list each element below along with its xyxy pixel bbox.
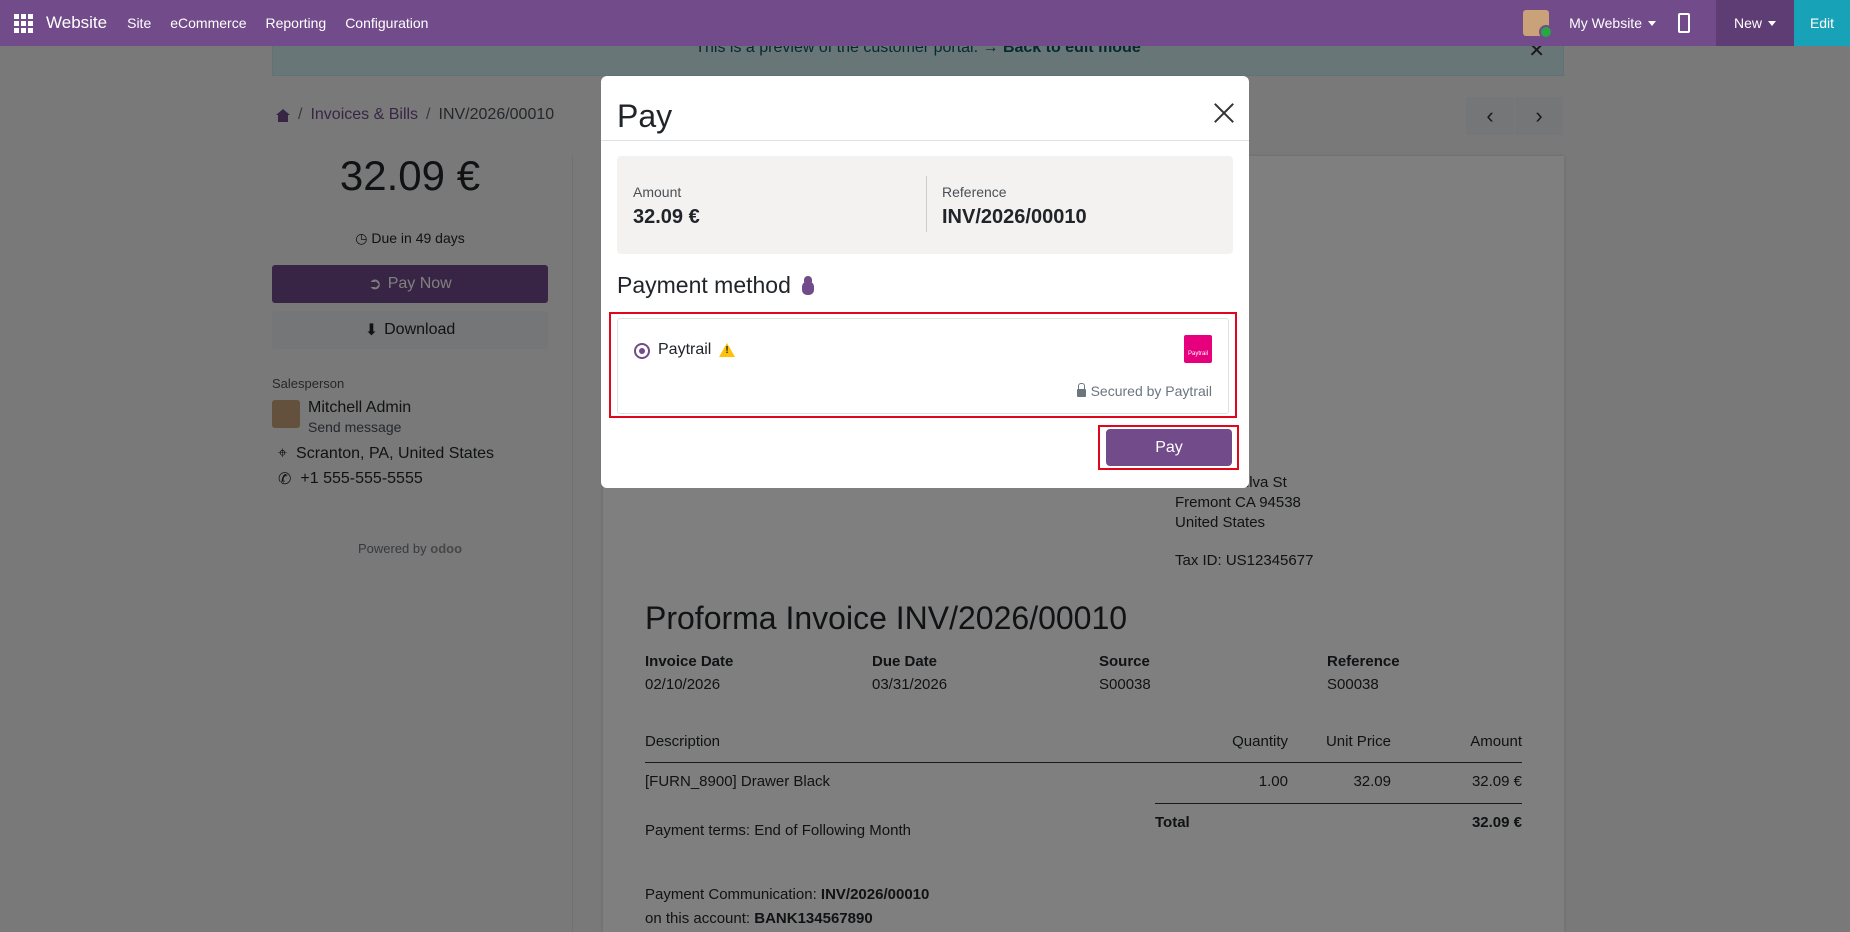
new-button-label: New	[1733, 15, 1762, 31]
lock-icon	[1076, 383, 1086, 397]
secured-by: Secured by Paytrail	[1076, 383, 1212, 399]
provider-name: Paytrail	[658, 341, 712, 358]
website-selector[interactable]: My Website	[1569, 15, 1656, 31]
pay-button[interactable]: Pay	[1106, 429, 1232, 466]
edit-button[interactable]: Edit	[1794, 0, 1850, 46]
dialog-header-divider	[601, 140, 1249, 141]
amount-label: Amount	[633, 184, 682, 200]
pay-dialog: Pay Amount 32.09 € Reference INV/2026/00…	[601, 76, 1249, 488]
paytrail-radio[interactable]	[634, 343, 650, 359]
payment-option-label: Paytrail	[658, 341, 736, 359]
app-brand[interactable]: Website	[46, 13, 107, 33]
reference-label: Reference	[942, 184, 1007, 200]
menu-configuration[interactable]: Configuration	[345, 15, 428, 31]
user-avatar[interactable]	[1523, 10, 1554, 39]
dialog-title: Pay	[617, 98, 673, 134]
payment-option-paytrail[interactable]: Paytrail Paytrail Secured by Paytrail	[617, 318, 1229, 414]
paytrail-logo: Paytrail	[1184, 335, 1212, 363]
payment-method-heading: Payment method	[617, 272, 817, 299]
payment-method-title: Payment method	[617, 272, 791, 298]
summary-separator	[926, 176, 927, 232]
chevron-down-icon	[1647, 20, 1656, 26]
new-button[interactable]: New	[1715, 0, 1794, 46]
paytrail-logo-text: Paytrail	[1187, 351, 1208, 357]
mobile-preview-icon[interactable]	[1677, 13, 1690, 33]
top-navbar: Website Site eCommerce Reporting Configu…	[0, 0, 1850, 46]
close-icon[interactable]	[1213, 102, 1235, 124]
secured-by-text: Secured by Paytrail	[1090, 383, 1212, 399]
website-selector-label: My Website	[1569, 15, 1642, 31]
menu-ecommerce[interactable]: eCommerce	[170, 15, 246, 31]
reference-value: INV/2026/00010	[942, 206, 1087, 228]
menu-reporting[interactable]: Reporting	[265, 15, 326, 31]
chevron-down-icon	[1768, 20, 1776, 26]
payment-summary: Amount 32.09 € Reference INV/2026/00010	[617, 156, 1233, 254]
menu-site[interactable]: Site	[127, 15, 151, 31]
warning-icon	[719, 343, 736, 357]
apps-menu-icon[interactable]	[0, 0, 46, 46]
amount-value: 32.09 €	[633, 206, 700, 228]
bug-icon	[799, 275, 817, 296]
